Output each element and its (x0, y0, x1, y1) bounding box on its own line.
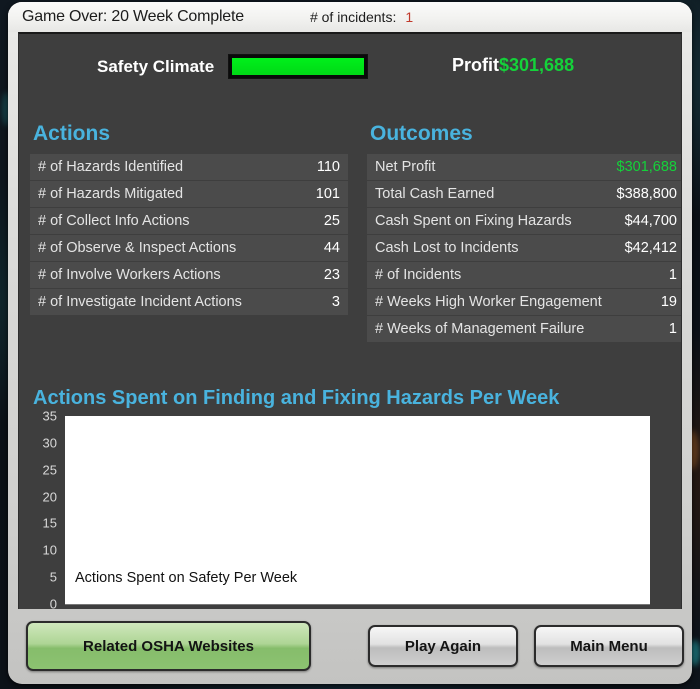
stat-value: 19 (660, 294, 677, 310)
chart-area: 0 5 10 15 20 25 30 35 Actions Spent on Safety P… (33, 409, 668, 610)
stat-value: 1 (668, 321, 677, 337)
incident-counter-value: 1 (405, 9, 414, 25)
table-row: # of Hazards Identified 110 (30, 154, 348, 181)
actions-stat-table: # of Hazards Identified 110 # of Hazards M… (30, 154, 348, 316)
stat-label: # of Investigate Incident Actions (38, 294, 242, 310)
stat-value: $388,800 (616, 186, 677, 202)
chart-y-tick: 0 (49, 596, 57, 610)
chart-title: Actions Spent on Finding and Fixing Haza… (33, 387, 560, 409)
table-row: Cash Spent on Fixing Hazards $44,700 (367, 208, 681, 235)
related-osha-websites-button[interactable]: Related OSHA Websites (26, 621, 311, 671)
table-row: # of Collect Info Actions 25 (30, 208, 348, 235)
chart-y-tick: 20 (42, 489, 57, 505)
chart-legend-label: Actions Spent on Safety Per Week (75, 570, 298, 586)
dialog-title-bar: Game Over: 20 Week Complete # of inciden… (8, 2, 692, 32)
chart-plot-area: Actions Spent on Safety Per Week (65, 416, 650, 604)
table-row: # of Involve Workers Actions 23 (30, 262, 348, 289)
stat-label: # of Incidents (375, 267, 462, 283)
safety-climate-meter (228, 54, 369, 79)
main-menu-button[interactable]: Main Menu (534, 625, 684, 667)
profit-value: $301,688 (499, 55, 575, 75)
chart-y-tick: 15 (42, 515, 57, 531)
table-row: Cash Lost to Incidents $42,412 (367, 235, 681, 262)
dialog-content-panel: Safety Climate Profit $301,688 Actions O… (18, 32, 682, 609)
stat-value: 3 (331, 294, 340, 310)
stat-value: 44 (323, 240, 340, 256)
stat-value: 1 (668, 267, 677, 283)
stat-value: 101 (315, 186, 340, 202)
stat-label: Total Cash Earned (375, 186, 495, 202)
actions-section-heading: Actions (33, 122, 111, 145)
table-row: # of Observe & Inspect Actions 44 (30, 235, 348, 262)
play-again-button[interactable]: Play Again (368, 625, 518, 667)
stat-value: 110 (316, 159, 340, 175)
chart-y-axis: 0 5 10 15 20 25 30 35 (33, 409, 61, 610)
safety-climate-label: Safety Climate (97, 56, 215, 76)
stat-label: # of Observe & Inspect Actions (38, 240, 237, 256)
chart-y-tick: 30 (42, 435, 57, 451)
chart-y-tick: 35 (42, 408, 57, 424)
chart-y-tick: 25 (42, 462, 57, 478)
stat-label: Cash Lost to Incidents (375, 240, 519, 256)
profit-group: Profit $301,688 (452, 55, 574, 76)
safety-climate-meter-fill (232, 58, 365, 75)
table-row: Total Cash Earned $388,800 (367, 181, 681, 208)
dialog-button-bar: Related OSHA Websites Play Again Main Me… (18, 609, 684, 684)
profit-label: Profit (452, 55, 499, 75)
table-row: # of Hazards Mitigated 101 (30, 181, 348, 208)
stat-value: $301,688 (616, 159, 677, 175)
stat-value: $42,412 (624, 240, 677, 256)
stat-label: # Weeks of Management Failure (375, 321, 585, 337)
table-row: # of Incidents 1 (367, 262, 681, 289)
stat-label: # of Involve Workers Actions (38, 267, 221, 283)
game-over-dialog: Game Over: 20 Week Complete # of inciden… (8, 2, 692, 684)
outcomes-stat-table: Net Profit $301,688 Total Cash Earned $388,… (367, 154, 681, 343)
table-row: # of Investigate Incident Actions 3 (30, 289, 348, 316)
stat-label: # of Collect Info Actions (38, 213, 190, 229)
outcomes-section-heading: Outcomes (370, 122, 473, 145)
incident-counter: # of incidents: 1 (310, 9, 413, 25)
table-row: Net Profit $301,688 (367, 154, 681, 181)
stat-label: # of Hazards Identified (38, 159, 184, 175)
stat-label: # of Hazards Mitigated (38, 186, 184, 202)
chart-y-tick: 10 (42, 542, 57, 558)
stat-label: # Weeks High Worker Engagement (375, 294, 602, 310)
stat-value: 25 (323, 213, 340, 229)
chart-x-axis-line (65, 604, 650, 605)
page-title: Game Over: 20 Week Complete (22, 8, 244, 25)
incident-counter-label: # of incidents: (309, 9, 397, 25)
stat-value: $44,700 (624, 213, 677, 229)
chart-y-tick: 5 (49, 569, 57, 585)
stat-value: 23 (323, 267, 340, 283)
safety-climate-group: Safety Climate (97, 54, 369, 79)
table-row: # Weeks of Management Failure 1 (367, 316, 681, 343)
stat-label: Net Profit (375, 159, 436, 175)
stat-label: Cash Spent on Fixing Hazards (375, 213, 572, 229)
summary-header: Safety Climate Profit $301,688 (19, 54, 681, 88)
table-row: # Weeks High Worker Engagement 19 (367, 289, 681, 316)
